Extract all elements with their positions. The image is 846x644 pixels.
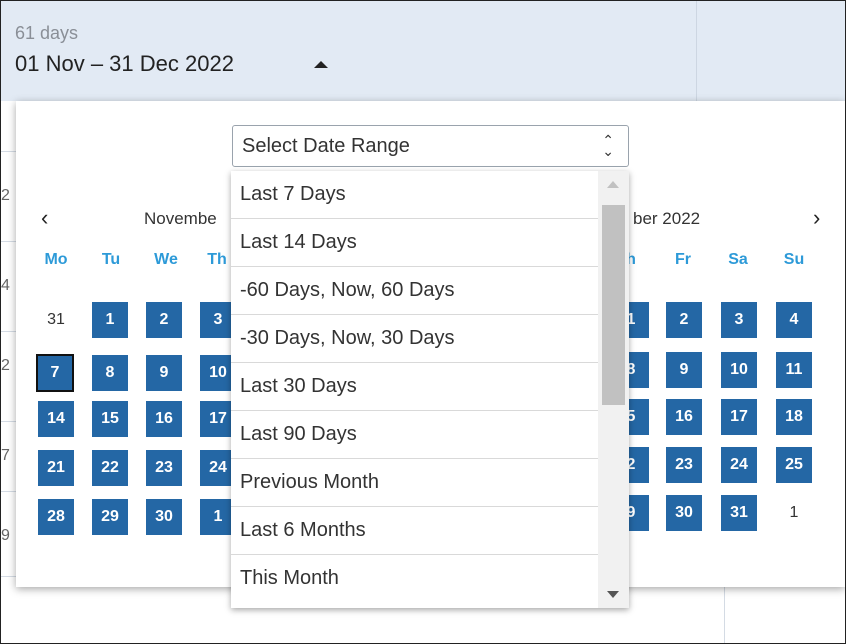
weekday-header: Mo xyxy=(44,251,68,268)
calendar-day[interactable]: 3 xyxy=(721,302,757,338)
select-arrows-icon: ⌃ ⌄ xyxy=(602,132,614,159)
option-last-30-days[interactable]: Last 30 Days xyxy=(231,363,598,411)
calendar-day[interactable]: 9 xyxy=(146,355,182,391)
calendar-day[interactable]: 17 xyxy=(721,399,757,435)
option-label: This Month xyxy=(240,567,339,589)
option-label: Last 30 Days xyxy=(240,375,357,397)
right-month-title: ber 2022 xyxy=(633,209,701,228)
background-grid-line xyxy=(1,241,16,242)
calendar-day[interactable]: 21 xyxy=(38,450,74,486)
header-divider xyxy=(696,1,697,101)
calendar-day[interactable]: 2 xyxy=(146,302,182,338)
scroll-down-arrow-icon[interactable] xyxy=(607,591,619,598)
option-minus-60-now-60[interactable]: -60 Days, Now, 60 Days xyxy=(231,267,598,315)
background-grid-line xyxy=(1,421,16,422)
option-label: Last 6 Months xyxy=(240,519,366,541)
calendar-day-today[interactable]: 7 xyxy=(36,354,74,392)
weekday-header: Su xyxy=(783,251,805,268)
calendar-day[interactable]: 28 xyxy=(38,499,74,535)
weekday-header: Tu xyxy=(101,251,121,268)
option-label: -60 Days, Now, 60 Days xyxy=(240,279,455,301)
calendar-day[interactable]: 29 xyxy=(92,499,128,535)
calendar-day[interactable]: 14 xyxy=(38,401,74,437)
scroll-up-arrow-icon[interactable] xyxy=(607,181,619,188)
chevron-left-icon: ‹ xyxy=(41,205,49,230)
calendar-day[interactable]: 30 xyxy=(146,499,182,535)
date-range-select-label: Select Date Range xyxy=(242,135,410,157)
option-last-90-days[interactable]: Last 90 Days xyxy=(231,411,598,459)
calendar-day[interactable]: 18 xyxy=(776,399,812,435)
weekday-header: Sa xyxy=(728,251,748,268)
option-last-7-days[interactable]: Last 7 Days xyxy=(231,171,598,219)
background-grid-line xyxy=(1,331,16,332)
option-this-month[interactable]: This Month xyxy=(231,555,598,603)
date-range-dropdown: Last 7 Days Last 14 Days -60 Days, Now, … xyxy=(231,171,629,608)
calendar-day[interactable]: 4 xyxy=(776,302,812,338)
background-value: 2 xyxy=(1,357,10,374)
weekday-header: Th xyxy=(207,251,227,268)
calendar-day[interactable]: 11 xyxy=(776,352,812,388)
calendar-day[interactable]: 24 xyxy=(721,447,757,483)
collapse-caret-icon[interactable] xyxy=(314,61,328,68)
calendar-day[interactable]: 16 xyxy=(146,401,182,437)
option-label: -30 Days, Now, 30 Days xyxy=(240,327,455,349)
next-month-button[interactable]: › xyxy=(813,205,820,231)
calendar-day[interactable]: 10 xyxy=(721,352,757,388)
option-minus-30-now-30[interactable]: -30 Days, Now, 30 Days xyxy=(231,315,598,363)
app-frame: 61 days 01 Nov – 31 Dec 2022 2 4 2 7 9 ‹… xyxy=(0,0,846,644)
dropdown-scrollbar[interactable] xyxy=(598,171,629,608)
background-value: 9 xyxy=(1,527,10,544)
background-grid-line xyxy=(724,587,725,643)
calendar-day[interactable]: 2 xyxy=(666,302,702,338)
weekday-header: Fr xyxy=(675,251,691,268)
calendar-day[interactable]: 30 xyxy=(666,495,702,531)
left-month-title: Novembe xyxy=(144,209,217,228)
background-value: 2 xyxy=(1,187,10,204)
option-label: Last 14 Days xyxy=(240,231,357,253)
days-count: 61 days xyxy=(15,23,79,43)
calendar-day[interactable]: 16 xyxy=(666,399,702,435)
calendar-day[interactable]: 23 xyxy=(146,450,182,486)
background-grid-line xyxy=(1,151,16,152)
calendar-day[interactable]: 1 xyxy=(92,302,128,338)
calendar-day[interactable]: 1 xyxy=(776,495,812,531)
calendar-day[interactable]: 8 xyxy=(92,355,128,391)
calendar-day[interactable]: 31 xyxy=(721,495,757,531)
option-last-6-months[interactable]: Last 6 Months xyxy=(231,507,598,555)
calendar-day[interactable]: 15 xyxy=(92,401,128,437)
option-label: Last 90 Days xyxy=(240,423,357,445)
calendar-day[interactable]: 22 xyxy=(92,450,128,486)
date-range-label[interactable]: 01 Nov – 31 Dec 2022 xyxy=(15,51,234,77)
background-value: 4 xyxy=(1,277,10,294)
calendar-day[interactable]: 25 xyxy=(776,447,812,483)
option-previous-month[interactable]: Previous Month xyxy=(231,459,598,507)
option-label: Previous Month xyxy=(240,471,379,493)
background-grid-line xyxy=(1,491,16,492)
chevron-right-icon: › xyxy=(813,205,821,230)
calendar-day[interactable]: 9 xyxy=(666,352,702,388)
option-last-14-days[interactable]: Last 14 Days xyxy=(231,219,598,267)
calendar-day[interactable]: 23 xyxy=(666,447,702,483)
option-label: Last 7 Days xyxy=(240,183,346,205)
scrollbar-thumb[interactable] xyxy=(602,205,625,405)
prev-month-button[interactable]: ‹ xyxy=(41,205,48,231)
calendar-day[interactable]: 31 xyxy=(38,302,74,338)
weekday-header: We xyxy=(154,251,178,268)
date-range-select[interactable]: Select Date Range ⌃ ⌄ xyxy=(232,125,629,167)
background-value: 7 xyxy=(1,447,10,464)
date-range-header[interactable]: 61 days 01 Nov – 31 Dec 2022 xyxy=(1,1,845,101)
